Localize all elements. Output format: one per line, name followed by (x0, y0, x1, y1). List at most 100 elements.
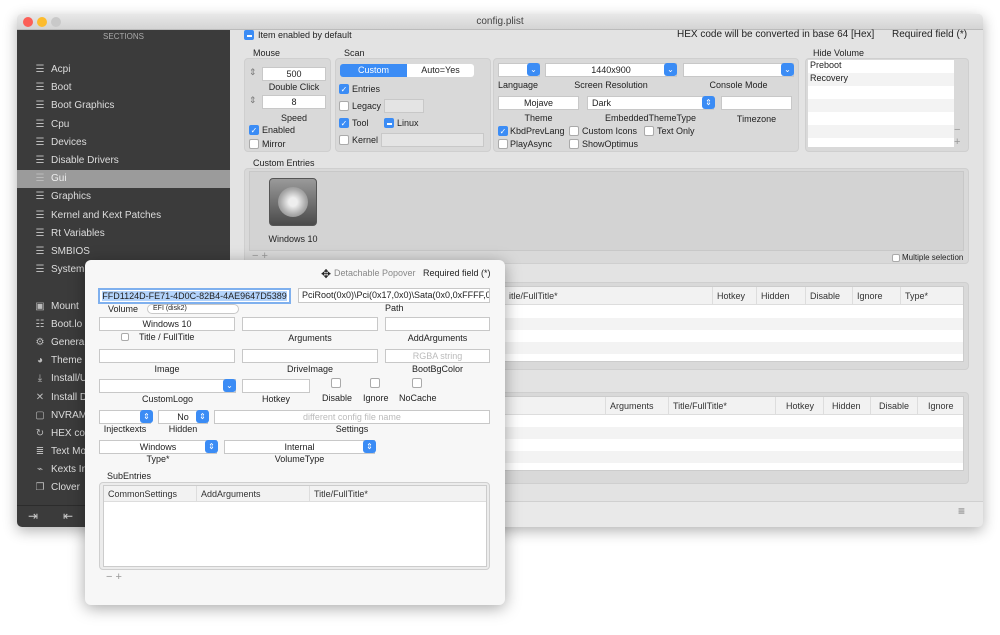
arguments-field[interactable] (242, 317, 378, 331)
disable-checkbox[interactable] (331, 378, 341, 388)
customlogo-select[interactable] (99, 379, 236, 393)
required-label: Required field (*) (423, 268, 491, 278)
mirror-checkbox[interactable] (249, 139, 259, 149)
column-header[interactable]: Disable (870, 397, 909, 415)
type-select[interactable]: Windows (99, 440, 217, 454)
column-header[interactable]: Hotkey (775, 397, 814, 415)
kbdprevlang-checkbox[interactable]: ✓ (498, 126, 508, 136)
menu-icon[interactable]: ≡ (958, 504, 965, 518)
subentries-table[interactable]: CommonSettings AddArguments Title/FullTi… (103, 485, 487, 567)
hard-drive-icon[interactable] (269, 178, 317, 226)
column-header[interactable]: Hotkey (712, 287, 745, 305)
updown-icon: ⇕ (363, 440, 376, 453)
sidebar-item-boot-graphics[interactable]: ☰ Boot Graphics (17, 97, 230, 115)
sidebar-item-label: Install D (51, 391, 88, 403)
hotkey-field[interactable] (242, 379, 310, 393)
playasync-checkbox[interactable] (498, 139, 508, 149)
title-field[interactable]: Windows 10 (99, 317, 235, 331)
sidebar-item-devices[interactable]: ☰ Devices (17, 134, 230, 152)
column-header[interactable]: AddArguments (196, 486, 261, 502)
item-enabled-checkbox[interactable] (244, 30, 254, 40)
path-field[interactable]: PciRoot(0x0)\Pci(0x17,0x0)\Sata(0x0,0xFF… (298, 288, 490, 303)
custom-icons-checkbox[interactable] (569, 126, 579, 136)
add-remove-subentries[interactable]: − + (106, 571, 122, 583)
bootbgcolor-field[interactable]: RGBA string (385, 349, 490, 363)
column-header[interactable]: Ignore (852, 287, 883, 305)
volume-field[interactable]: FFD1124D-FE71-4D0C-82B4-4AE9647D5389 (98, 288, 291, 304)
sidebar-item-label: Boot Graphics (51, 100, 115, 112)
column-header[interactable]: Title/FullTitle* (309, 486, 368, 502)
import-icon[interactable]: ⇥ (28, 509, 38, 523)
console-mode-select[interactable] (683, 63, 794, 77)
linux-checkbox[interactable] (384, 118, 394, 128)
column-header[interactable]: Title/FullTitle* (668, 397, 727, 415)
list-icon: ☰ (35, 173, 45, 185)
ignore-checkbox[interactable] (370, 378, 380, 388)
enabled-checkbox[interactable]: ✓ (249, 125, 259, 135)
fulltitle-checkbox[interactable] (121, 333, 129, 341)
double-click-stepper[interactable]: ⇕ (249, 67, 257, 78)
legacy-checkbox[interactable] (339, 101, 349, 111)
column-header[interactable]: Ignore (917, 397, 954, 415)
sidebar-item-boot[interactable]: ☰ Boot (17, 79, 230, 97)
settings-field[interactable]: different config file name (214, 410, 490, 424)
custom-entry-label[interactable]: Windows 10 (263, 234, 323, 244)
sidebar-item-kernel-and-kext-patches[interactable]: ☰ Kernel and Kext Patches (17, 207, 230, 225)
sidebar-item-disable-drivers[interactable]: ☰ Disable Drivers (17, 152, 230, 170)
scan-custom-segment[interactable]: Custom (340, 64, 407, 77)
speed-field[interactable]: 8 (262, 95, 326, 109)
speed-stepper[interactable]: ⇕ (249, 95, 257, 106)
list-item[interactable]: Recovery (808, 73, 954, 86)
entries-checkbox[interactable]: ✓ (339, 84, 349, 94)
sidebar-item-acpi[interactable]: ☰ Acpi (17, 61, 230, 79)
sidebar-item-gui[interactable]: ☰ Gui (17, 170, 230, 189)
column-header[interactable]: itle/FullTitle* (505, 287, 558, 305)
double-click-field[interactable]: 500 (262, 67, 326, 81)
kernel-checkbox[interactable] (339, 135, 349, 145)
driveimage-label: DriveImage (286, 364, 333, 374)
sidebar-item-label: NVRAM (51, 409, 88, 421)
sidebar-item-graphics[interactable]: ☰ Graphics (17, 188, 230, 206)
refresh-icon: ↻ (35, 427, 45, 439)
sidebar-item-smbios[interactable]: ☰ SMBIOS (17, 243, 230, 261)
tool-checkbox[interactable]: ✓ (339, 118, 349, 128)
close-button[interactable] (23, 17, 33, 27)
remove-icon[interactable]: − (954, 124, 960, 136)
scan-auto-segment[interactable]: Auto=Yes (407, 64, 474, 77)
sidebar-item-label: Clover (51, 482, 80, 493)
resolution-select[interactable]: 1440x900 (545, 63, 677, 77)
column-header[interactable]: CommonSettings (104, 486, 177, 502)
chip-icon: ▢ (35, 409, 45, 421)
volume-select[interactable]: EFI (disk2) (147, 304, 239, 314)
column-header[interactable]: Arguments (605, 397, 654, 415)
zoom-button[interactable] (51, 17, 61, 27)
showoptimus-checkbox[interactable] (569, 139, 579, 149)
add-icon[interactable]: + (954, 136, 960, 148)
multiple-selection-checkbox[interactable] (892, 254, 900, 262)
legacy-select[interactable] (384, 99, 424, 113)
sidebar-item-rt-variables[interactable]: ☰ Rt Variables (17, 225, 230, 243)
column-header[interactable]: Hidden (756, 287, 790, 305)
timezone-field[interactable] (721, 96, 792, 110)
text-only-checkbox[interactable] (644, 126, 654, 136)
column-header[interactable]: Disable (805, 287, 840, 305)
export-icon[interactable]: ⇤ (63, 509, 73, 523)
volumetype-select[interactable]: Internal (224, 440, 375, 454)
theme-field[interactable]: Mojave (498, 96, 579, 110)
list-item[interactable]: Preboot (808, 60, 954, 73)
injectkexts-label: Injectkexts (103, 424, 147, 434)
driveimage-field[interactable] (242, 349, 378, 363)
list-icon: ☰ (35, 155, 45, 166)
sidebar-item-cpu[interactable]: ☰ Cpu (17, 116, 230, 134)
move-icon[interactable]: ✥ (321, 267, 331, 281)
kernel-select[interactable] (381, 133, 484, 147)
addarguments-field[interactable] (385, 317, 490, 331)
minimize-button[interactable] (37, 17, 47, 27)
embedded-theme-select[interactable]: Dark (587, 96, 714, 110)
nocache-checkbox[interactable] (412, 378, 422, 388)
column-header[interactable]: Hidden (823, 397, 861, 415)
column-header[interactable]: Type* (900, 287, 928, 305)
hide-volume-list[interactable]: Preboot Recovery (808, 60, 954, 147)
scan-title: Scan (344, 48, 365, 58)
image-field[interactable] (99, 349, 235, 363)
